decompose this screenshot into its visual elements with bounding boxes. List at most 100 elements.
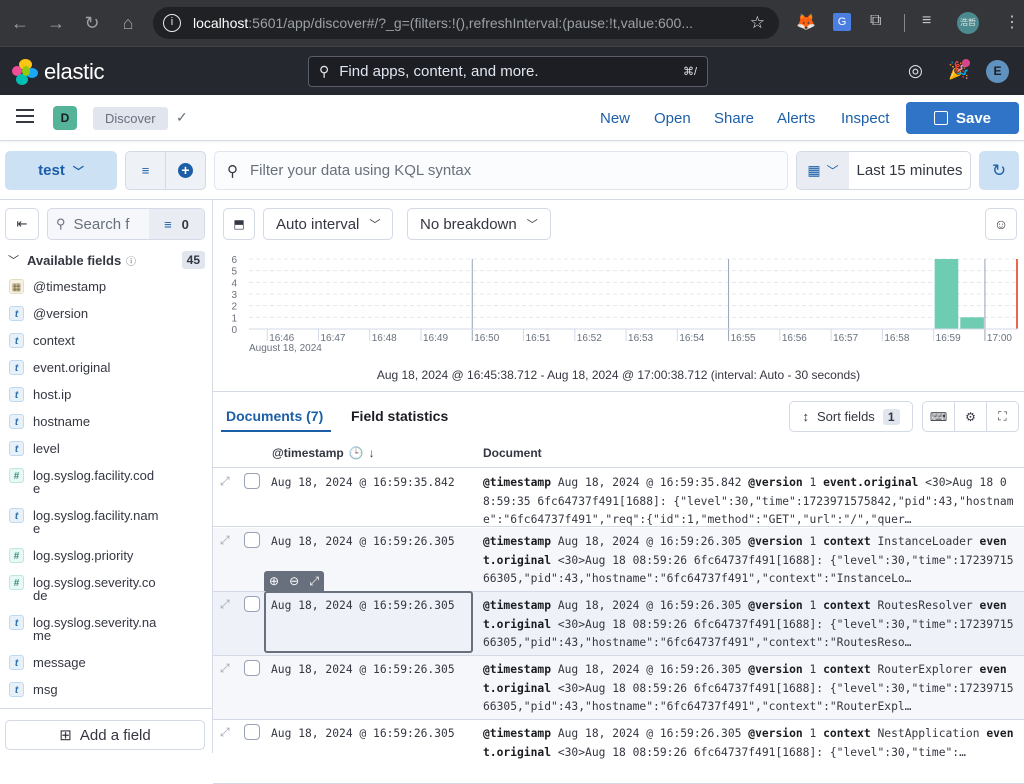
sidebar-field-item[interactable]: # log.syslog.priority	[0, 547, 161, 574]
address-bar[interactable]: i localhost:5601/app/discover#/?_g=(filt…	[153, 7, 779, 39]
sidebar-field-item[interactable]: ▦ @timestamp	[0, 278, 161, 305]
sidebar-field-item[interactable]: # log.syslog.severity.code	[0, 574, 161, 602]
site-info-icon[interactable]: i	[163, 14, 181, 32]
filter-out-value-icon[interactable]: ⊖	[289, 574, 299, 588]
help-icon[interactable]: ⓘ	[126, 253, 136, 268]
toggle-chart-button[interactable]: ⬒	[223, 208, 255, 240]
available-fields-header[interactable]: ﹀ Available fields ⓘ 45	[8, 250, 205, 270]
quick-menu-button[interactable]: ▦ ﹀	[797, 152, 849, 189]
home-icon[interactable]: ⌂	[110, 13, 146, 34]
back-icon[interactable]: ←	[2, 13, 38, 34]
new-link[interactable]: New	[600, 110, 630, 127]
elastic-logo[interactable]: elastic	[12, 59, 105, 85]
keyboard-shortcuts-icon[interactable]: ⌨	[923, 402, 954, 431]
tab-field-statistics[interactable]: Field statistics	[351, 408, 448, 424]
document-cell[interactable]: @timestamp Aug 18, 2024 @ 16:59:26.305 @…	[483, 661, 1020, 717]
collapse-sidebar-button[interactable]: ⇤	[5, 208, 39, 240]
filter-for-value-icon[interactable]: ⊕	[269, 574, 279, 588]
translate-extension-icon[interactable]: G	[833, 13, 851, 31]
filter-menu-icon[interactable]: ≡	[126, 152, 165, 189]
row-select-checkbox[interactable]	[244, 473, 260, 489]
reload-icon[interactable]: ↻	[74, 13, 110, 34]
expand-document-icon[interactable]: ⤢	[220, 725, 230, 740]
sidebar-field-item[interactable]: t message	[0, 654, 161, 681]
x-tick-label: 16:52	[577, 333, 602, 344]
sidebar-field-item[interactable]: t event.original	[0, 359, 161, 386]
active-tab-indicator	[221, 430, 331, 432]
sidebar-field-item[interactable]: t log.syslog.facility.name	[0, 507, 161, 535]
document-field-value: InstanceLoader	[870, 535, 980, 548]
share-link[interactable]: Share	[714, 110, 754, 127]
row-select-checkbox[interactable]	[244, 596, 260, 612]
sidebar-field-item[interactable]: t msg	[0, 681, 161, 708]
forward-icon[interactable]: →	[38, 13, 74, 34]
global-search-input[interactable]: ⚲ Find apps, content, and more. ⌘/	[308, 56, 708, 87]
extensions-puzzle-icon[interactable]: ⧉	[870, 12, 881, 30]
field-filter-button[interactable]: ≡ 0	[149, 209, 204, 239]
document-cell[interactable]: @timestamp Aug 18, 2024 @ 16:59:26.305 @…	[483, 597, 1020, 653]
ai-assistant-button[interactable]: ☺	[985, 208, 1017, 240]
menu-toggle-icon[interactable]	[16, 109, 34, 127]
x-tick-label: 16:47	[320, 333, 345, 344]
expand-document-icon[interactable]: ⤢	[220, 597, 230, 612]
breakdown-select[interactable]: No breakdown ﹀	[407, 208, 551, 240]
sort-icon: ↕	[802, 409, 810, 424]
sidebar-field-item[interactable]: t log.syslog.severity.name	[0, 614, 161, 642]
profile-avatar[interactable]: 浩哲	[957, 12, 979, 34]
user-avatar[interactable]: E	[986, 60, 1009, 83]
timestamp-cell[interactable]: Aug 18, 2024 @ 16:59:26.305	[271, 663, 455, 676]
refresh-button[interactable]: ↻	[979, 151, 1019, 190]
data-view-picker[interactable]: test ﹀	[5, 151, 117, 190]
browser-menu-icon[interactable]: ⋮	[1004, 12, 1020, 32]
sort-fields-button[interactable]: ↕ Sort fields 1	[789, 401, 913, 432]
expand-document-icon[interactable]: ⤢	[220, 533, 230, 548]
column-header-timestamp[interactable]: @timestamp 🕒 ↓	[272, 446, 375, 460]
space-avatar[interactable]: D	[53, 106, 77, 130]
query-bar: test ﹀ ≡ + ⚲ Filter your data using KQL …	[0, 141, 1024, 200]
kql-query-input[interactable]: ⚲ Filter your data using KQL syntax	[214, 151, 788, 190]
display-settings-icon[interactable]: ⚙	[954, 402, 986, 431]
time-range-label[interactable]: Last 15 minutes	[849, 152, 970, 189]
field-name: log.syslog.facility.name	[33, 508, 159, 536]
reading-list-icon[interactable]: ≡	[922, 12, 931, 30]
column-header-document[interactable]: Document	[483, 446, 542, 460]
histogram-chart[interactable]: 012345616:46 16:47 16:48 16:49 16:50 16:51 16:…	[213, 250, 1024, 360]
sort-descending-icon[interactable]: ↓	[369, 446, 375, 460]
field-name: host.ip	[33, 387, 72, 402]
expand-document-icon[interactable]: ⤢	[220, 661, 230, 676]
bookmark-star-icon[interactable]: ☆	[750, 13, 765, 33]
document-cell[interactable]: @timestamp Aug 18, 2024 @ 16:59:26.305 @…	[483, 725, 1020, 781]
row-select-checkbox[interactable]	[244, 660, 260, 676]
sidebar-field-item[interactable]: t context	[0, 332, 161, 359]
field-name: log.syslog.priority	[33, 548, 134, 563]
timestamp-cell[interactable]: Aug 18, 2024 @ 16:59:26.305	[271, 535, 455, 548]
sidebar-field-item[interactable]: t @version	[0, 305, 161, 332]
field-search-input[interactable]: ⚲ Search f ≡ 0	[47, 208, 205, 240]
sidebar-field-item[interactable]: t level	[0, 440, 161, 467]
field-filter-count: 0	[181, 216, 189, 232]
expand-cell-icon[interactable]: ⤢	[309, 574, 319, 589]
add-field-button[interactable]: ⊞ Add a field	[5, 720, 205, 750]
row-select-checkbox[interactable]	[244, 724, 260, 740]
sidebar-field-item[interactable]: t hostname	[0, 413, 161, 440]
save-button[interactable]: Save	[906, 102, 1019, 134]
inspect-link[interactable]: Inspect	[841, 110, 889, 127]
sidebar-field-item[interactable]: t host.ip	[0, 386, 161, 413]
fullscreen-icon[interactable]: ⛶	[986, 402, 1018, 431]
add-filter-button[interactable]: +	[165, 152, 205, 189]
notification-dot	[962, 59, 970, 67]
timestamp-cell[interactable]: Aug 18, 2024 @ 16:59:35.842	[271, 476, 455, 489]
sidebar-field-item[interactable]: # log.syslog.facility.code	[0, 467, 161, 495]
metamask-extension-icon[interactable]: 🦊	[796, 12, 816, 32]
expand-document-icon[interactable]: ⤢	[220, 474, 230, 489]
open-link[interactable]: Open	[654, 110, 691, 127]
breadcrumb-discover[interactable]: Discover	[93, 107, 168, 130]
alerts-link[interactable]: Alerts	[777, 110, 815, 127]
tab-documents[interactable]: Documents (7)	[226, 408, 323, 424]
help-lifebuoy-icon[interactable]: ◎	[908, 61, 923, 81]
document-cell[interactable]: @timestamp Aug 18, 2024 @ 16:59:26.305 @…	[483, 533, 1020, 589]
row-select-checkbox[interactable]	[244, 532, 260, 548]
document-cell[interactable]: @timestamp Aug 18, 2024 @ 16:59:35.842 @…	[483, 474, 1020, 530]
interval-select[interactable]: Auto interval ﹀	[263, 208, 394, 240]
timestamp-cell[interactable]: Aug 18, 2024 @ 16:59:26.305	[271, 727, 455, 740]
